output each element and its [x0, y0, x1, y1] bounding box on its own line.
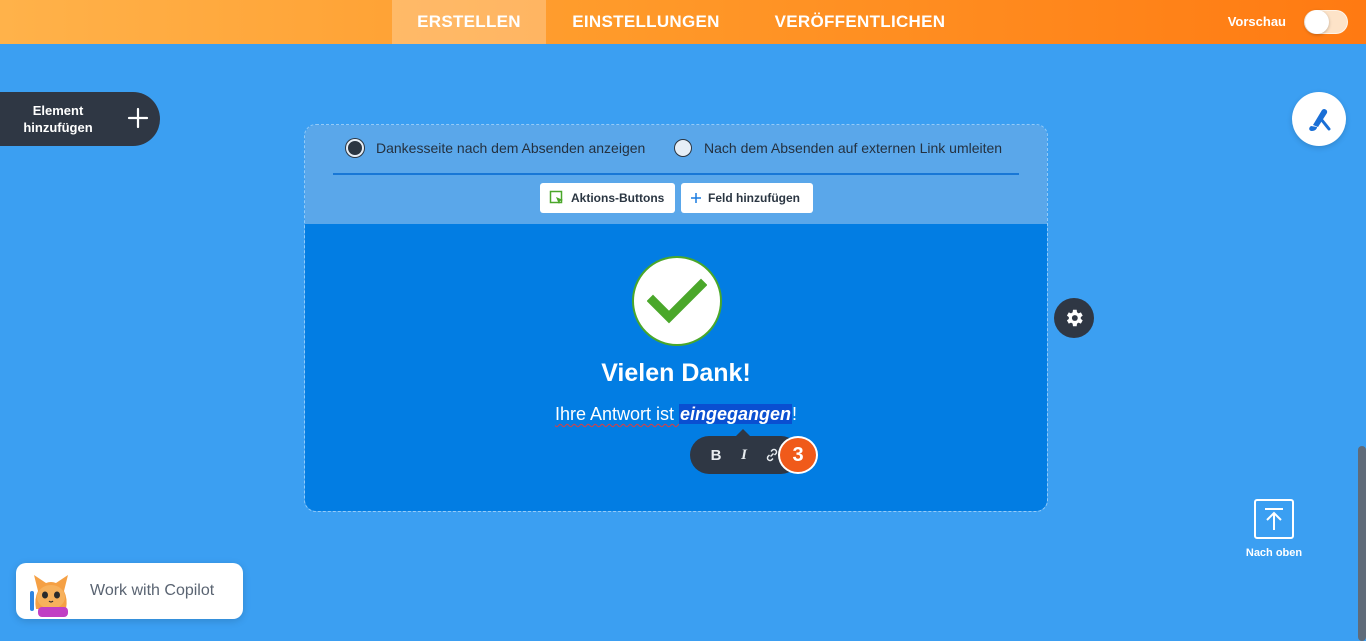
step-badge: 3 — [778, 436, 818, 474]
radio-label-redirect: Nach dem Absenden auf externen Link umle… — [704, 140, 1003, 156]
cursor-click-icon — [549, 190, 563, 204]
tab-publish[interactable]: VERÖFFENTLICHEN — [746, 0, 974, 44]
scrollbar-thumb[interactable] — [1358, 446, 1366, 641]
add-element-button[interactable]: Element hinzufügen — [0, 92, 160, 146]
radio-show-thank-you-page[interactable]: Dankesseite nach dem Absenden anzeigen — [346, 139, 645, 157]
paint-brush-icon — [1309, 109, 1331, 131]
radio-label-thank-you: Dankesseite nach dem Absenden anzeigen — [376, 140, 646, 156]
radio-dot[interactable] — [674, 139, 692, 157]
message-selected-text[interactable]: eingegangen — [679, 404, 793, 424]
tab-build[interactable]: ERSTELLEN — [392, 0, 546, 44]
message-text-after: ! — [792, 404, 798, 424]
copilot-label: Work with Copilot — [90, 582, 215, 599]
tab-settings[interactable]: EINSTELLUNGEN — [546, 0, 746, 44]
form-designer-button[interactable] — [1292, 92, 1346, 146]
radio-redirect-external[interactable]: Nach dem Absenden auf externen Link umle… — [674, 139, 1002, 157]
thank-you-options-panel: Dankesseite nach dem Absenden anzeigen N… — [305, 125, 1047, 224]
plus-icon — [691, 193, 701, 203]
action-buttons-label: Aktions-Buttons — [571, 191, 665, 205]
checkmark-icon — [647, 278, 707, 324]
back-to-top-label[interactable]: Nach oben — [1236, 547, 1312, 559]
preview-toggle-knob — [1305, 10, 1329, 34]
arrow-up-icon — [1265, 508, 1283, 530]
card-settings-button[interactable] — [1054, 298, 1094, 338]
add-field-button[interactable]: Feld hinzufügen — [681, 183, 813, 213]
success-check-icon — [632, 256, 722, 346]
radio-dot-selected[interactable] — [346, 139, 364, 157]
thank-you-content: Vielen Dank! Ihre Antwort ist eingegange… — [305, 224, 1047, 511]
preview-label: Vorschau — [1227, 14, 1286, 29]
add-field-label: Feld hinzufügen — [708, 191, 800, 205]
copilot-cat-avatar-icon — [30, 575, 68, 617]
plus-icon — [127, 107, 149, 129]
back-to-top-button[interactable] — [1254, 499, 1294, 539]
copilot-button[interactable]: Work with Copilot — [16, 563, 243, 619]
top-navigation-bar: ERSTELLEN EINSTELLUNGEN VERÖFFENTLICHEN … — [0, 0, 1366, 44]
message-text-before: Ihre Antwort ist — [554, 404, 680, 424]
divider — [333, 173, 1019, 175]
thank-you-title[interactable]: Vielen Dank! — [305, 359, 1047, 388]
gear-icon — [1066, 309, 1083, 327]
bold-button[interactable]: B — [706, 445, 726, 465]
add-element-label: Element hinzufügen — [23, 103, 93, 135]
italic-button[interactable]: I — [734, 445, 754, 465]
thank-you-page-card: Dankesseite nach dem Absenden anzeigen N… — [304, 124, 1048, 512]
preview-toggle[interactable] — [1304, 10, 1348, 34]
thank-you-message[interactable]: Ihre Antwort ist eingegangen! — [305, 404, 1047, 425]
action-buttons-button[interactable]: Aktions-Buttons — [540, 183, 675, 213]
